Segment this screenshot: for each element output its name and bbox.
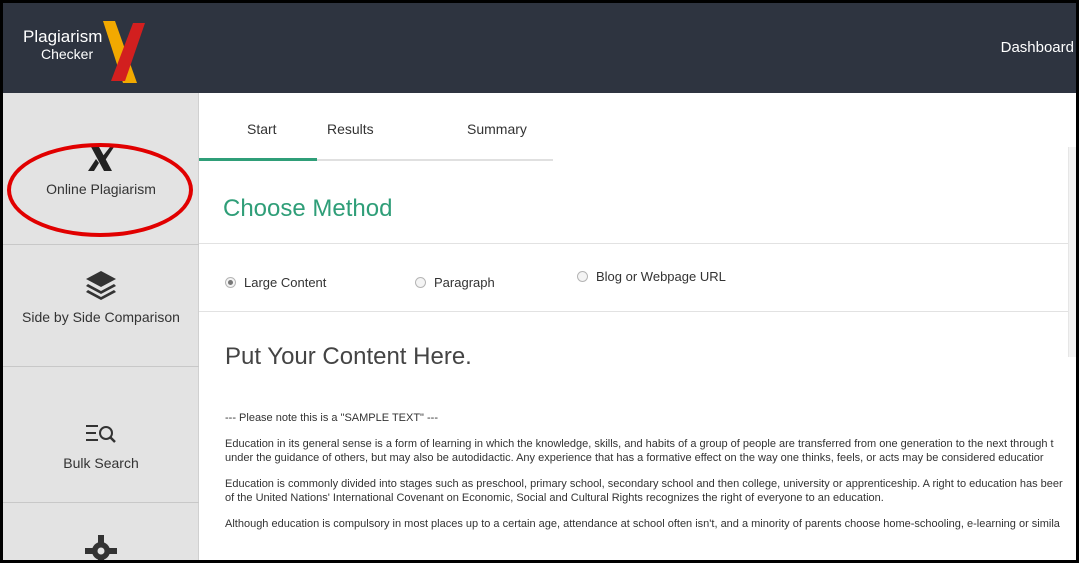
tab-bar: Start Results Summary <box>199 93 553 161</box>
layers-icon <box>86 271 116 300</box>
content-paragraph: Although education is compulsory in most… <box>225 518 1060 530</box>
sidebar-item-label: Bulk Search <box>63 455 139 471</box>
radio-button[interactable] <box>577 271 588 282</box>
active-tab-indicator <box>199 158 317 161</box>
sample-note: --- Please note this is a "SAMPLE TEXT" … <box>225 412 439 424</box>
list-search-icon <box>86 425 116 443</box>
radio-paragraph[interactable]: Paragraph <box>415 275 495 290</box>
tab-results[interactable]: Results <box>327 121 374 137</box>
sidebar-item-bulk-search[interactable]: Bulk Search <box>3 367 199 503</box>
top-bar: Plagiarism Checker Dashboard <box>3 3 1076 93</box>
radio-button[interactable] <box>415 277 426 288</box>
highlight-circle <box>7 143 193 237</box>
radio-blog-url[interactable]: Blog or Webpage URL <box>577 269 726 284</box>
tab-summary[interactable]: Summary <box>467 121 527 137</box>
gear-icon <box>85 535 117 560</box>
radio-label: Blog or Webpage URL <box>596 269 726 284</box>
tab-start[interactable]: Start <box>247 121 277 137</box>
radio-label: Large Content <box>244 275 327 290</box>
sidebar-item-side-by-side[interactable]: Side by Side Comparison <box>3 245 199 367</box>
radio-large-content[interactable]: Large Content <box>225 275 326 290</box>
divider <box>199 243 1076 244</box>
content-paragraph: Education is commonly divided into stage… <box>225 478 1063 504</box>
app-window: Plagiarism Checker Dashboard Online Plag… <box>0 0 1079 563</box>
divider <box>199 311 1076 312</box>
radio-button-selected[interactable] <box>225 277 236 288</box>
dashboard-link[interactable]: Dashboard <box>1001 39 1074 56</box>
sidebar-item-settings[interactable] <box>3 503 199 560</box>
content-paragraph: Education in its general sense is a form… <box>225 438 1054 464</box>
content-textarea[interactable]: --- Please note this is a "SAMPLE TEXT" … <box>225 411 1076 543</box>
sidebar: Online Plagiarism Side by Side Compariso… <box>3 93 199 560</box>
radio-label: Paragraph <box>434 275 495 290</box>
content-title: Put Your Content Here. <box>225 343 472 370</box>
x-logo-icon <box>103 21 145 83</box>
scrollbar[interactable] <box>1068 147 1076 357</box>
app-logo[interactable]: Plagiarism Checker <box>23 21 163 83</box>
choose-method-title: Choose Method <box>223 195 393 222</box>
sidebar-item-label: Side by Side Comparison <box>22 309 180 325</box>
